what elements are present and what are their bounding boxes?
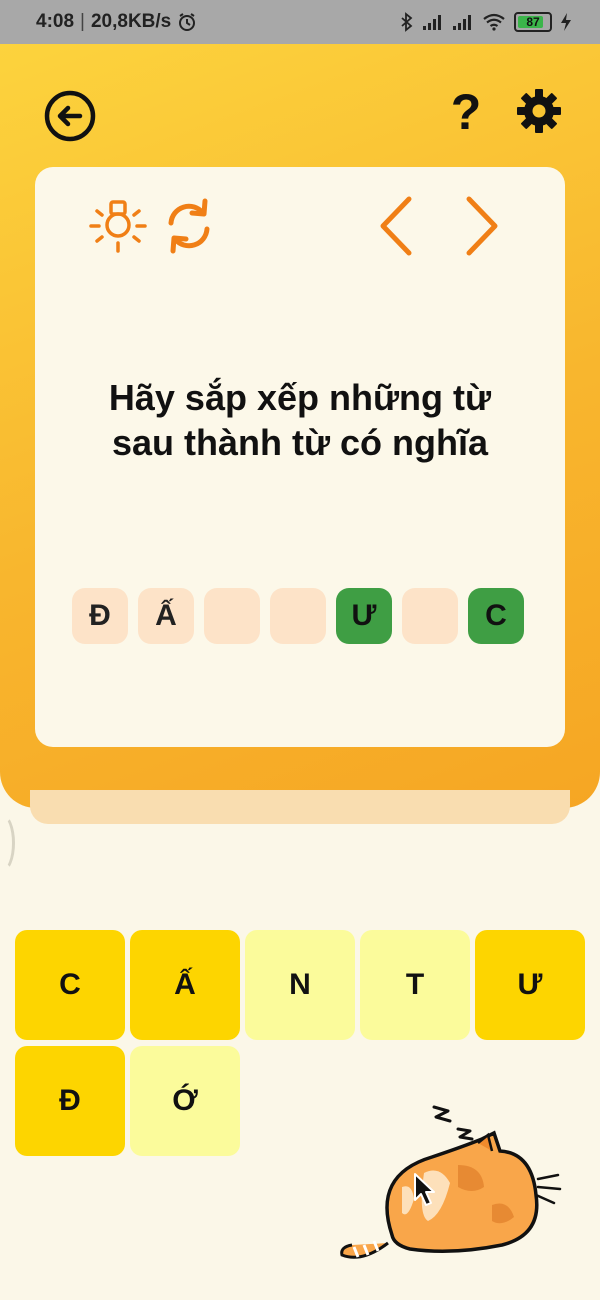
signal-icon [453,15,471,30]
previous-button[interactable] [375,195,419,257]
next-icon [466,196,498,256]
charging-icon [561,13,571,31]
answer-slot-correct[interactable]: C [468,588,524,644]
mouse-cursor-icon [414,1173,435,1206]
answer-slot[interactable] [204,588,260,644]
answer-slots: Đ Ấ Ư C [72,588,524,644]
status-time: 4:08 [36,11,75,32]
status-left: 4:08 | 20,8KB/s [36,0,197,44]
hint-button[interactable] [87,197,149,257]
status-bar: 4:08 | 20,8KB/s 87 [0,0,600,44]
battery-icon: 87 [514,12,552,32]
letter-tile[interactable]: C [15,930,125,1040]
question-card: Hãy sắp xếp những từ sau thành từ có ngh… [35,167,565,747]
status-network-speed: 20,8KB/s [90,11,172,32]
answer-slot[interactable] [402,588,458,644]
answer-slot[interactable] [270,588,326,644]
answer-slot[interactable]: Đ [72,588,128,644]
scroll-edge-indicator [0,814,15,872]
refresh-icon [168,198,210,254]
refresh-button[interactable] [161,195,217,257]
back-button[interactable] [42,88,98,144]
letter-tile[interactable]: T [360,930,470,1040]
sleeping-cat-illustration [340,1105,562,1259]
previous-icon [380,196,412,256]
bluetooth-icon [401,12,413,32]
question-text: Hãy sắp xếp những từ sau thành từ có ngh… [108,377,492,463]
letter-tile[interactable]: N [245,930,355,1040]
help-label: ? [450,84,482,140]
alarm-icon [179,13,196,31]
wifi-icon [483,13,505,31]
battery-percent: 87 [526,15,540,29]
settings-button[interactable] [514,86,564,136]
card-stack-shadow [30,790,570,824]
status-right: 87 [400,0,572,44]
next-button[interactable] [459,195,503,257]
answer-slot[interactable]: Ấ [138,588,194,644]
signal-icon [423,15,441,30]
letter-tile[interactable]: Ấ [130,930,240,1040]
letter-tile[interactable]: Ớ [130,1046,240,1156]
help-button[interactable]: ? [448,82,484,142]
status-separator: | [80,11,85,32]
letter-tile[interactable]: Ư [475,930,585,1040]
answer-slot-correct[interactable]: Ư [336,588,392,644]
gear-icon [517,89,561,133]
letter-tile[interactable]: Đ [15,1046,125,1156]
hint-bulb-icon [89,200,147,253]
back-arrow-circle-icon [44,90,96,142]
